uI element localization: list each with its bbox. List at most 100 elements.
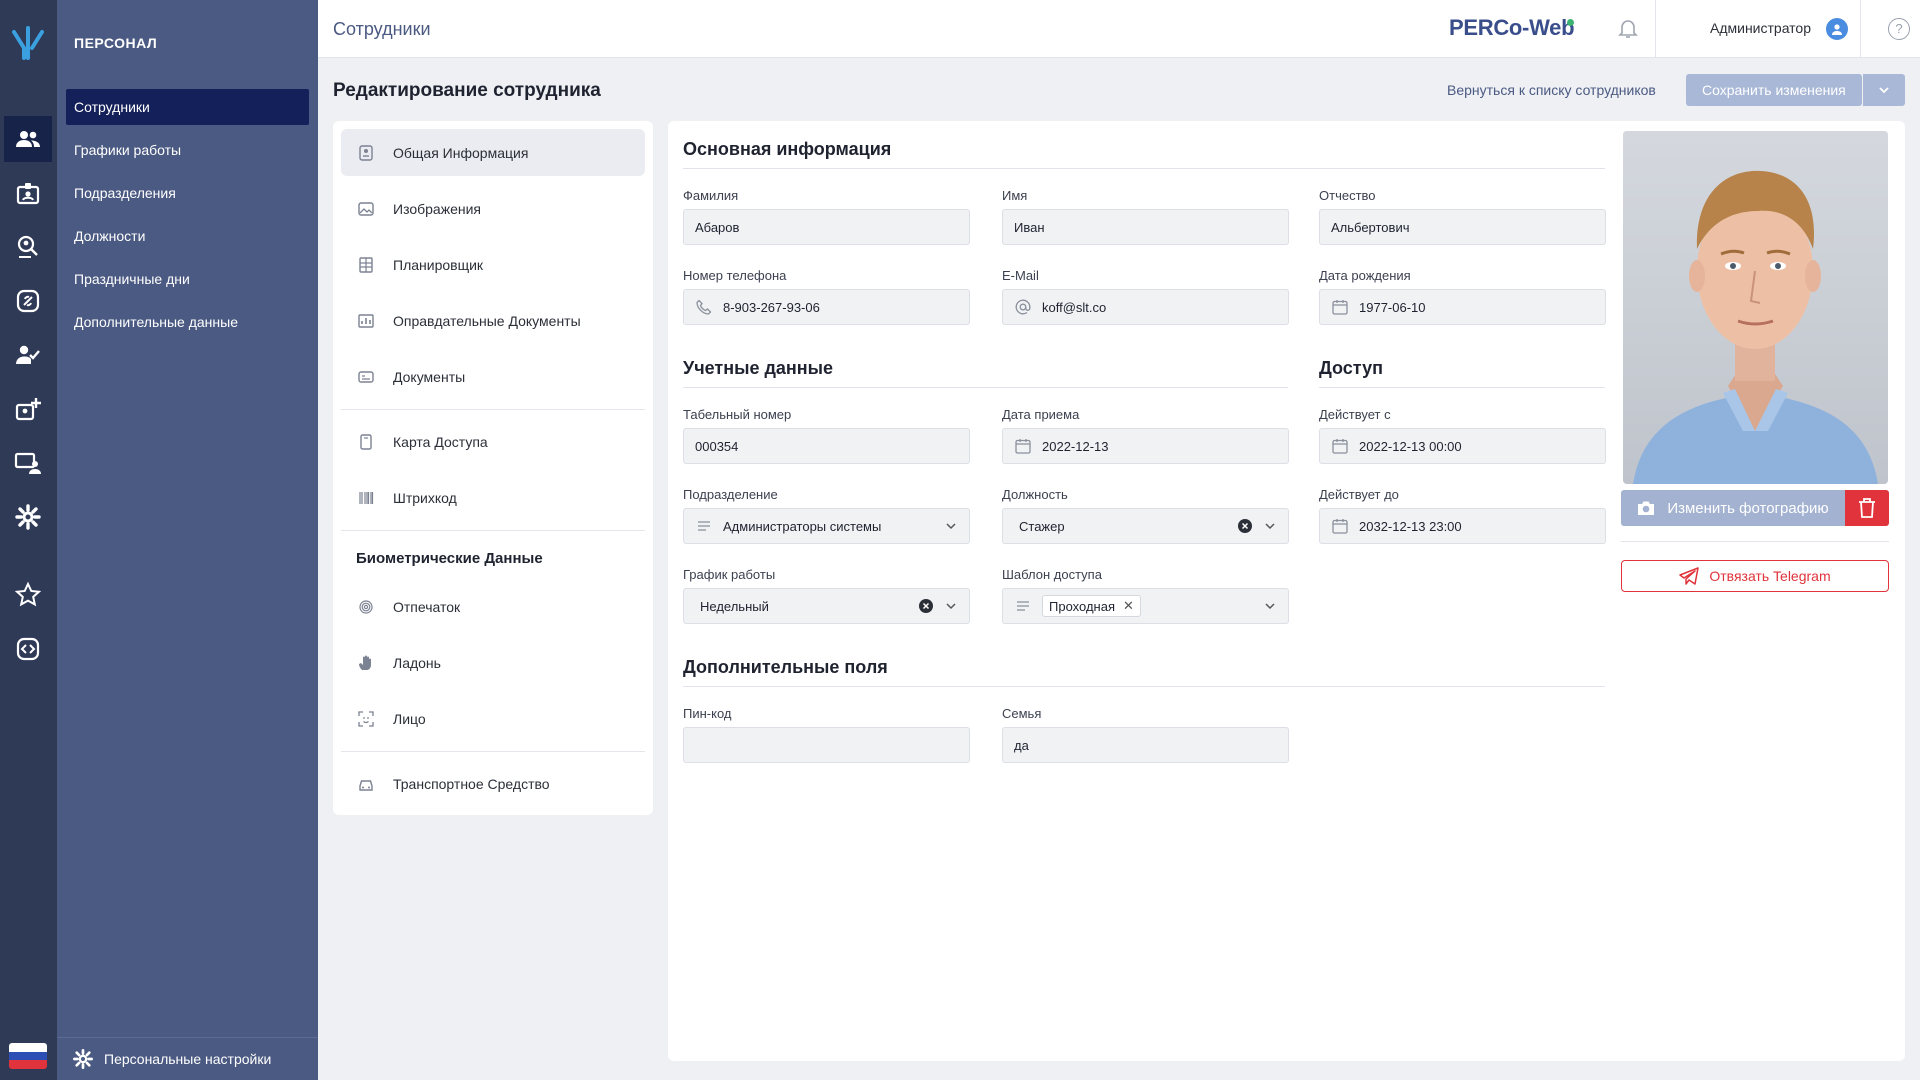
tab-number-field[interactable]: 000354 xyxy=(683,428,970,464)
chevron-down-icon[interactable] xyxy=(944,519,958,533)
schedule-select[interactable]: Недельный xyxy=(683,588,970,624)
field-value: koff@slt.co xyxy=(1042,299,1107,315)
visitor-search-icon[interactable] xyxy=(4,224,52,270)
menu-item-additional-data[interactable]: Дополнительные данные xyxy=(66,304,309,340)
add-badge-icon[interactable] xyxy=(4,386,52,432)
divider xyxy=(683,387,1288,388)
birth-date-label: Дата рождения xyxy=(1319,268,1411,283)
family-field[interactable]: да xyxy=(1002,727,1289,763)
top-bar: Сотрудники PERCo-Web Администратор ? xyxy=(318,0,1920,58)
gear-icon[interactable] xyxy=(4,494,52,540)
personal-settings-button[interactable]: Персональные настройки xyxy=(57,1037,318,1080)
tab-justification-documents[interactable]: Оправдательные Документы xyxy=(341,297,645,344)
code-icon[interactable] xyxy=(4,626,52,672)
field-value: 2032-12-13 23:00 xyxy=(1359,518,1462,534)
section-title-basic: Основная информация xyxy=(683,139,892,159)
calendar-icon xyxy=(1332,439,1348,454)
chevron-down-icon[interactable] xyxy=(1263,599,1277,613)
field-value: Администраторы системы xyxy=(723,518,882,534)
tab-label: Оправдательные Документы xyxy=(393,312,581,329)
user-avatar-icon[interactable] xyxy=(1826,18,1848,40)
change-photo-button[interactable]: Изменить фотографию xyxy=(1621,490,1845,526)
tab-general-info[interactable]: Общая Информация xyxy=(341,129,645,176)
back-to-list-link[interactable]: Вернуться к списку сотрудников xyxy=(1447,82,1656,98)
middle-name-field[interactable]: Альбертович xyxy=(1319,209,1606,245)
hire-date-field[interactable]: 2022-12-13 xyxy=(1002,428,1289,464)
fingerprint-icon xyxy=(359,599,373,614)
tab-fingerprint[interactable]: Отпечаток xyxy=(341,583,645,630)
position-select[interactable]: Стажер xyxy=(1002,508,1289,544)
last-name-field[interactable]: Абаров xyxy=(683,209,970,245)
middle-name-label: Отчество xyxy=(1319,188,1376,203)
help-icon[interactable]: ? xyxy=(1888,18,1910,40)
divider xyxy=(1860,0,1861,58)
pin-label: Пин-код xyxy=(683,706,732,721)
schedule-label: График работы xyxy=(683,567,776,582)
passport-icon xyxy=(358,370,374,383)
position-label: Должность xyxy=(1002,487,1068,502)
id-card-icon xyxy=(359,144,373,161)
email-label: E-Mail xyxy=(1002,268,1039,283)
menu-item-holidays[interactable]: Праздничные дни xyxy=(66,261,309,297)
tab-palm[interactable]: Ладонь xyxy=(341,639,645,686)
menu-item-schedules[interactable]: Графики работы xyxy=(66,132,309,168)
tab-barcode[interactable]: Штрихкод xyxy=(341,474,645,521)
menu-item-divisions[interactable]: Подразделения xyxy=(66,175,309,211)
star-icon[interactable] xyxy=(4,572,52,618)
email-field[interactable]: koff@slt.co xyxy=(1002,289,1289,325)
language-flag-icon[interactable] xyxy=(9,1043,47,1069)
tab-face[interactable]: Лицо xyxy=(341,695,645,742)
menu-item-positions[interactable]: Должности xyxy=(66,218,309,254)
menu-item-employees[interactable]: Сотрудники xyxy=(66,89,309,125)
tab-access-card[interactable]: Карта Доступа xyxy=(341,418,645,465)
phone-field[interactable]: 8-903-267-93-06 xyxy=(683,289,970,325)
access-template-select[interactable]: Проходная ✕ xyxy=(1002,588,1289,624)
page-title: Редактирование сотрудника xyxy=(333,80,601,101)
image-icon xyxy=(358,201,374,216)
delete-photo-button[interactable] xyxy=(1845,490,1889,526)
list-icon xyxy=(698,521,710,531)
breadcrumb[interactable]: Сотрудники xyxy=(333,19,431,40)
user-check-icon[interactable] xyxy=(4,332,52,378)
bell-icon[interactable] xyxy=(1616,16,1640,40)
tab-documents[interactable]: Документы xyxy=(341,353,645,400)
pin-field[interactable] xyxy=(683,727,970,763)
phone-label: Номер телефона xyxy=(683,268,787,283)
clear-icon[interactable] xyxy=(1237,518,1253,534)
personal-settings-label: Персональные настройки xyxy=(104,1051,272,1067)
field-value: да xyxy=(1014,737,1029,753)
badge-icon[interactable] xyxy=(4,170,52,216)
chevron-down-icon[interactable] xyxy=(944,599,958,613)
access-link-icon[interactable] xyxy=(4,278,52,324)
chip-remove-icon[interactable]: ✕ xyxy=(1123,598,1134,614)
staff-icon[interactable] xyxy=(4,116,52,162)
user-name[interactable]: Администратор xyxy=(1710,20,1811,36)
brand-status-dot xyxy=(1567,19,1574,26)
unlink-telegram-button[interactable]: Отвязать Telegram xyxy=(1621,560,1889,592)
field-value: 000354 xyxy=(695,438,739,454)
chart-document-icon xyxy=(358,313,374,328)
brand-logo: PERCo-Web xyxy=(1449,15,1575,40)
tab-planner[interactable]: Планировщик xyxy=(341,241,645,288)
division-select[interactable]: Администраторы системы xyxy=(683,508,970,544)
first-name-field[interactable]: Иван xyxy=(1002,209,1289,245)
valid-to-field[interactable]: 2032-12-13 23:00 xyxy=(1319,508,1606,544)
unlink-telegram-label: Отвязать Telegram xyxy=(1709,568,1831,584)
save-options-dropdown[interactable] xyxy=(1863,74,1905,106)
monitor-user-icon[interactable] xyxy=(4,440,52,486)
tab-images[interactable]: Изображения xyxy=(341,185,645,232)
chevron-down-icon xyxy=(1879,87,1889,94)
save-changes-button[interactable]: Сохранить изменения xyxy=(1686,74,1862,106)
chevron-down-icon[interactable] xyxy=(1263,519,1277,533)
palm-icon xyxy=(359,655,371,670)
divider xyxy=(341,530,645,531)
valid-from-field[interactable]: 2022-12-13 00:00 xyxy=(1319,428,1606,464)
tab-label: Карта Доступа xyxy=(393,433,488,450)
clear-icon[interactable] xyxy=(918,598,934,614)
birth-date-field[interactable]: 1977-06-10 xyxy=(1319,289,1606,325)
family-label: Семья xyxy=(1002,706,1042,721)
tab-label: Транспортное Средство xyxy=(393,775,550,792)
perco-logo-icon[interactable] xyxy=(6,20,50,64)
valid-from-label: Действует с xyxy=(1319,407,1391,422)
tab-vehicle[interactable]: Транспортное Средство xyxy=(341,760,645,807)
